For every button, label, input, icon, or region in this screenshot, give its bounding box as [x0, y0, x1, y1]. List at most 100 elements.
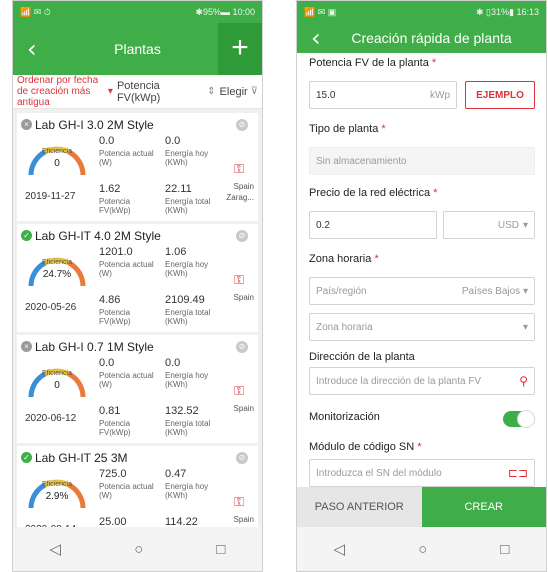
inverter-icon: ⚿	[234, 272, 244, 287]
nav-recent-icon[interactable]: □	[500, 541, 509, 558]
system-nav-bar: ◁ ○ □	[13, 527, 262, 571]
plants-screen: 📶 ✉ ⏱ ✱95%▬ 10:00 ‹ Plantas + Ordenar po…	[12, 0, 263, 572]
pv-power-label: Potencia FV(kWp)	[99, 308, 131, 326]
system-nav-bar: ◁ ○ □	[297, 527, 546, 571]
sort-order-button[interactable]: Ordenar por fecha de creación más antigu…	[17, 75, 104, 108]
plant-card[interactable]: × Lab GH-I 3.0 2M Style ⊘ Eficiencia 0 2…	[17, 113, 258, 221]
efficiency-value: 0	[54, 380, 60, 391]
efficiency-gauge: Eficiencia 2.9%	[25, 468, 89, 512]
sort-power-button[interactable]: Potencia FV(kWp)	[117, 80, 203, 104]
caret-down-icon: ▾	[522, 219, 528, 231]
sort-icon[interactable]: ⇕	[207, 86, 215, 97]
page-title: Creación rápida de planta	[351, 30, 512, 46]
sort-bar: Ordenar por fecha de creación más antigu…	[13, 75, 262, 109]
header: ‹ Plantas +	[13, 23, 262, 75]
today-energy-value: 0.47	[165, 468, 187, 480]
total-energy-label: Energía total (KWh)	[165, 197, 211, 215]
total-energy-label: Energía total (KWh)	[165, 308, 211, 326]
current-power-label: Potencia actual (W)	[99, 149, 154, 167]
plant-card[interactable]: ✓ Lab GH-IT 25 3M ⊘ Eficiencia 2.9% 2020…	[17, 446, 258, 533]
quick-create-screen: 📶 ✉ ▣ ✱ ▯31%▮ 16:13 ‹ Creación rápida de…	[296, 0, 547, 572]
grid-price-label: Precio de la red eléctrica *	[309, 187, 438, 199]
caret-down-icon: ▾	[522, 285, 528, 297]
link-icon[interactable]: ⊘	[236, 452, 248, 464]
nav-back-icon[interactable]: ◁	[334, 540, 346, 558]
grid-price-input[interactable]: 0.2	[309, 211, 437, 239]
status-left: 📶 ✉ ▣	[304, 6, 337, 17]
pv-power-value: 1.62	[99, 183, 121, 195]
pv-power-label: Potencia FV(kWp)	[99, 419, 131, 437]
efficiency-label: Eficiencia	[42, 148, 72, 155]
link-icon[interactable]: ⊘	[236, 341, 248, 353]
today-energy-value: 0.0	[165, 357, 181, 369]
nav-recent-icon[interactable]: □	[216, 541, 225, 558]
caret-down-icon[interactable]: ▾	[108, 86, 113, 97]
total-energy-value: 22.11	[165, 183, 192, 195]
location-pin-icon[interactable]: ⚲	[519, 374, 528, 388]
status-left: 📶 ✉ ⏱	[20, 6, 51, 17]
current-power-label: Potencia actual (W)	[99, 260, 154, 278]
total-energy-value: 2109.49	[165, 294, 205, 306]
efficiency-label: Eficiencia	[42, 481, 72, 488]
efficiency-gauge: Eficiencia 0	[25, 135, 89, 179]
plant-location: Spain	[233, 404, 254, 413]
creation-date: 2020-05-26	[25, 302, 77, 313]
current-power-value: 725.0	[99, 468, 127, 480]
plant-card[interactable]: × Lab GH-I 0.7 1M Style ⊘ Eficiencia 0 2…	[17, 335, 258, 443]
plant-type-label: Tipo de planta *	[309, 123, 386, 135]
filter-icon[interactable]: ⊽	[251, 86, 258, 97]
create-button[interactable]: CREAR	[421, 487, 546, 527]
current-power-value: 1201.0	[99, 246, 133, 258]
current-power-label: Potencia actual (W)	[99, 371, 154, 389]
offline-x-icon: ×	[21, 341, 32, 352]
previous-step-button[interactable]: PASO ANTERIOR	[297, 487, 422, 527]
pv-power-input[interactable]: 15.0 kWp	[309, 81, 457, 109]
current-power-label: Potencia actual (W)	[99, 482, 154, 500]
efficiency-label: Eficiencia	[42, 259, 72, 266]
creation-date: 2020-06-12	[25, 413, 77, 424]
today-energy-label: Energía hoy (KWh)	[165, 482, 209, 500]
plant-name: Lab GH-I 3.0 2M Style	[35, 118, 154, 132]
plant-card[interactable]: ✓ Lab GH-IT 4.0 2M Style ⊘ Eficiencia 24…	[17, 224, 258, 332]
pv-power-value: 4.86	[99, 294, 121, 306]
plant-type-field[interactable]: Sin almacenamiento	[309, 147, 535, 175]
pv-unit: kWp	[430, 89, 450, 101]
plant-list: × Lab GH-I 3.0 2M Style ⊘ Eficiencia 0 2…	[13, 109, 262, 533]
link-icon[interactable]: ⊘	[236, 230, 248, 242]
status-bar: 📶 ✉ ⏱ ✱95%▬ 10:00	[13, 1, 262, 23]
creation-date: 2019-11-27	[25, 191, 76, 202]
monitoring-toggle[interactable]	[503, 410, 535, 428]
timezone-select[interactable]: Zona horaria ▾	[309, 313, 535, 341]
plant-name: Lab GH-I 0.7 1M Style	[35, 340, 154, 354]
example-button[interactable]: EJEMPLO	[465, 81, 535, 109]
pv-power-label: Potencia FV de la planta *	[309, 57, 437, 69]
plant-location: Spain Zarag...	[226, 182, 254, 202]
plant-location: Spain	[233, 515, 254, 524]
link-icon[interactable]: ⊘	[236, 119, 248, 131]
country-select[interactable]: País/región Países Bajos ▾	[309, 277, 535, 305]
today-energy-value: 0.0	[165, 135, 181, 147]
address-label: Dirección de la planta	[309, 351, 415, 363]
sn-label: Módulo de código SN *	[309, 441, 422, 453]
currency-select[interactable]: USD ▾	[443, 211, 535, 239]
scan-icon[interactable]: ⊏⊐	[508, 466, 528, 480]
efficiency-label: Eficiencia	[42, 370, 72, 377]
sn-input[interactable]: Introduzca el SN del módulo ⊏⊐	[309, 459, 535, 487]
plant-location: Spain	[233, 293, 254, 302]
online-check-icon: ✓	[21, 230, 32, 241]
caret-down-icon: ▾	[522, 321, 528, 333]
nav-home-icon[interactable]: ○	[134, 541, 143, 558]
current-power-value: 0.0	[99, 357, 115, 369]
header: ‹ Creación rápida de planta	[297, 23, 546, 53]
today-energy-label: Energía hoy (KWh)	[165, 371, 209, 389]
nav-back-icon[interactable]: ◁	[50, 540, 62, 558]
nav-home-icon[interactable]: ○	[418, 541, 427, 558]
choose-button[interactable]: Elegir	[220, 86, 248, 98]
address-input[interactable]: Introduce la dirección de la planta FV ⚲	[309, 367, 535, 395]
efficiency-value: 0	[54, 158, 60, 169]
efficiency-value: 24.7%	[42, 269, 72, 280]
today-energy-value: 1.06	[165, 246, 187, 258]
add-plant-button[interactable]: +	[218, 23, 262, 75]
total-energy-value: 132.52	[165, 405, 199, 417]
today-energy-label: Energía hoy (KWh)	[165, 149, 209, 167]
